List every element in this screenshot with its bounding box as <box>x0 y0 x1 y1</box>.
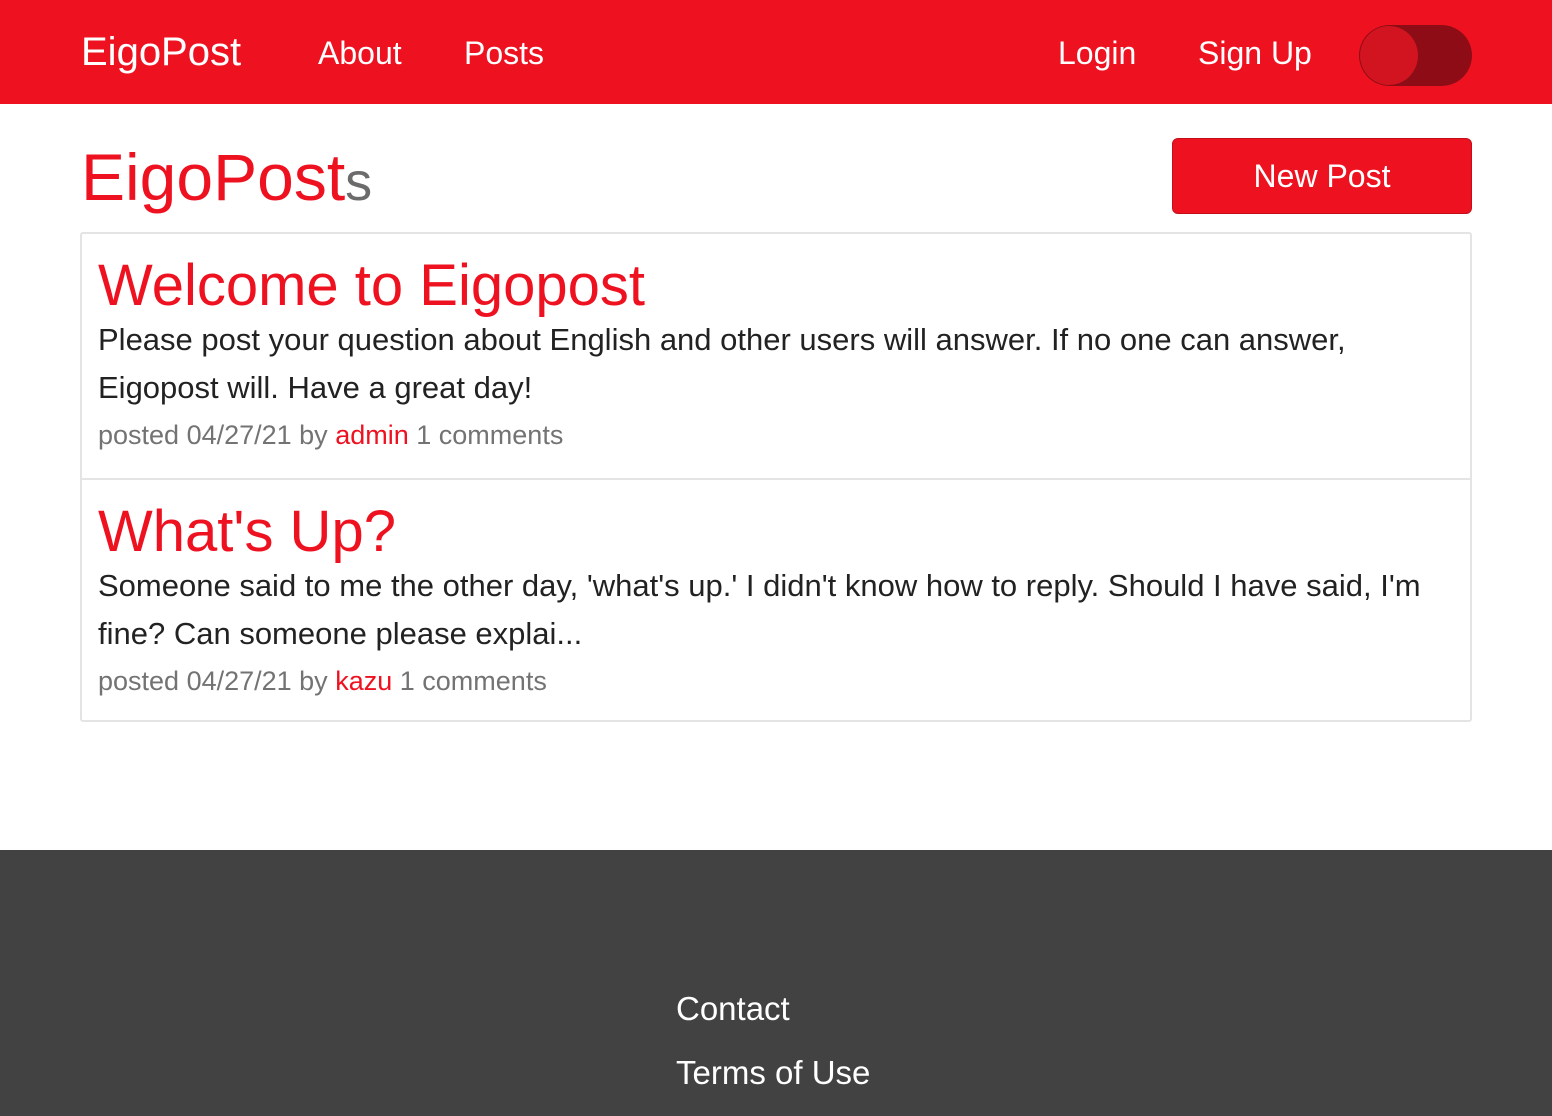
nav-link-about[interactable]: About <box>318 34 402 72</box>
post-author-link[interactable]: kazu <box>335 666 392 696</box>
post-title-link[interactable]: What's Up? <box>98 500 396 564</box>
page-title: EigoPosts <box>81 140 372 219</box>
login-link[interactable]: Login <box>1058 34 1136 72</box>
signup-link[interactable]: Sign Up <box>1198 34 1312 72</box>
footer-link-terms[interactable]: Terms of Use <box>676 1053 870 1093</box>
post-meta: posted 04/27/21 by admin 1 comments <box>98 418 563 452</box>
nav-link-posts[interactable]: Posts <box>464 34 544 72</box>
page-title-suffix: s <box>345 152 373 212</box>
post-item: Welcome to Eigopost Please post your que… <box>82 234 1470 478</box>
post-excerpt: Someone said to me the other day, 'what'… <box>98 568 1421 651</box>
post-title-link[interactable]: Welcome to Eigopost <box>98 254 645 318</box>
brand-link[interactable]: EigoPost <box>81 28 241 76</box>
post-author-link[interactable]: admin <box>335 420 409 450</box>
footer-link-contact[interactable]: Contact <box>676 989 790 1029</box>
post-list: Welcome to Eigopost Please post your que… <box>80 232 1472 722</box>
post-meta: posted 04/27/21 by kazu 1 comments <box>98 664 547 698</box>
post-date-text: posted 04/27/21 by <box>98 420 328 450</box>
post-date-text: posted 04/27/21 by <box>98 666 328 696</box>
theme-toggle[interactable] <box>1359 25 1472 86</box>
footer: Contact Terms of Use <box>0 850 1552 1116</box>
new-post-button[interactable]: New Post <box>1172 138 1472 214</box>
post-comments-count: 1 comments <box>399 666 547 696</box>
post-comments-count: 1 comments <box>416 420 564 450</box>
post-excerpt: Please post your question about English … <box>98 322 1346 405</box>
page-title-main: EigoPost <box>81 140 346 214</box>
toggle-knob <box>1360 26 1418 85</box>
post-item: What's Up? Someone said to me the other … <box>82 478 1470 720</box>
navbar: EigoPost About Posts Login Sign Up <box>0 0 1552 104</box>
